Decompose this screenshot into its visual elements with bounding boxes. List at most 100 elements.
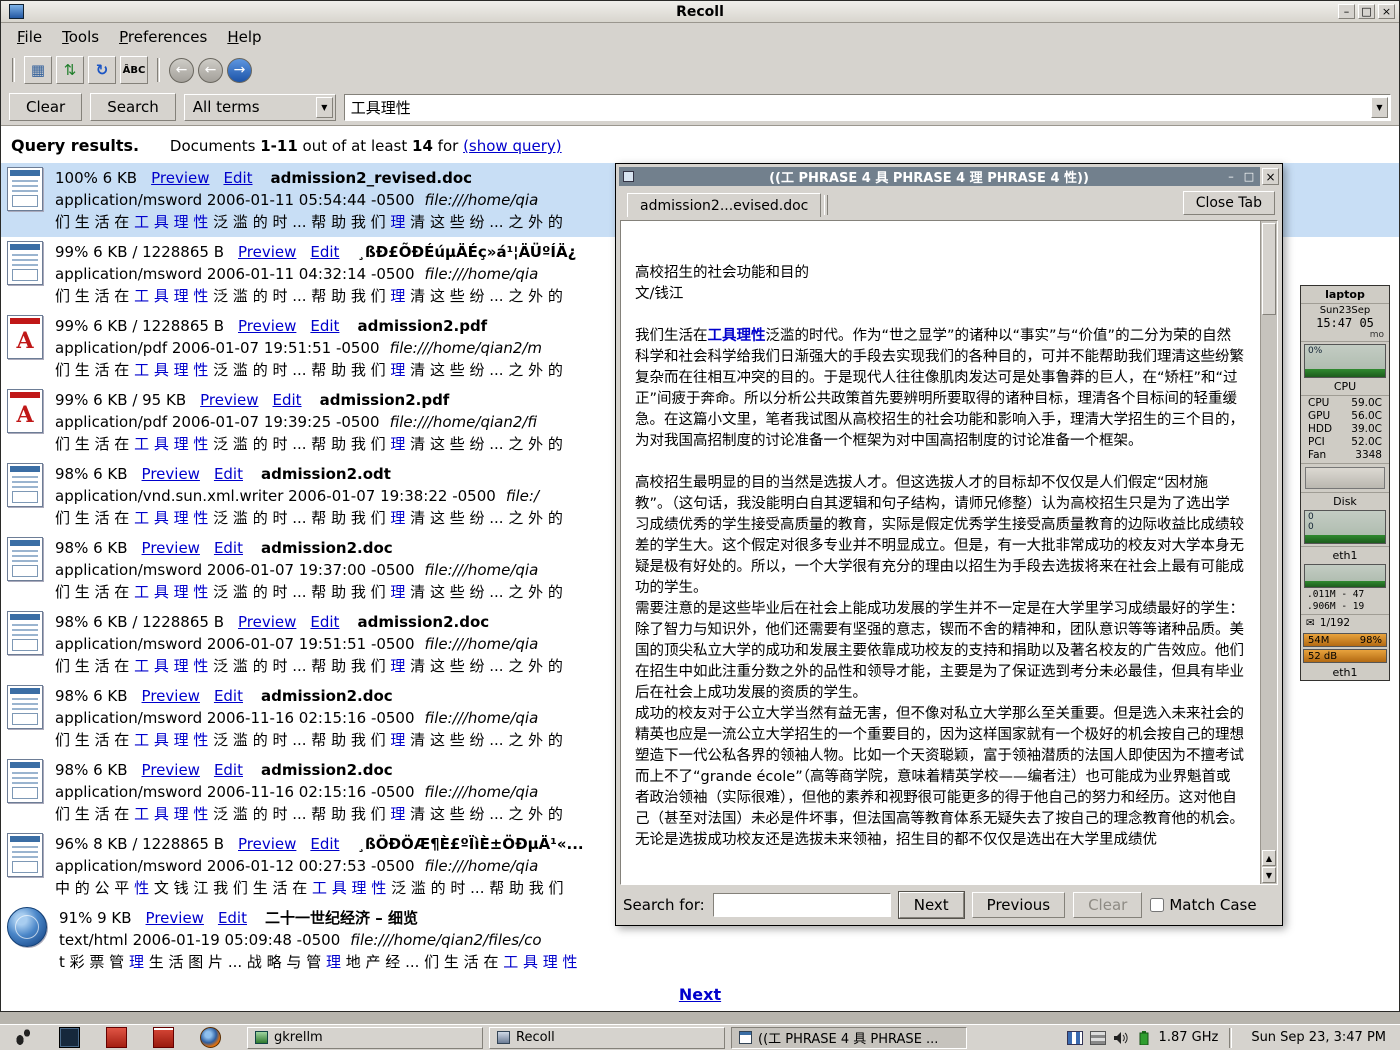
swap-meter[interactable]: 52 dB bbox=[1303, 649, 1387, 663]
find-previous-button[interactable]: Previous bbox=[972, 892, 1065, 918]
clear-button[interactable]: Clear bbox=[9, 93, 82, 121]
taskbar-clock[interactable]: Sun Sep 23, 3:47 PM bbox=[1243, 1030, 1394, 1045]
preview-maximize-icon[interactable]: □ bbox=[1242, 170, 1256, 183]
desktop: { "icons": { "minimize": "–", "maximize"… bbox=[0, 0, 1400, 1050]
scrollbar-thumb[interactable] bbox=[1262, 223, 1276, 315]
keyboard-layout-icon[interactable] bbox=[1067, 1031, 1083, 1045]
preview-tab[interactable]: admission2...evised.doc bbox=[627, 193, 821, 217]
result-url: file:/ bbox=[506, 487, 539, 505]
preview-link[interactable]: Preview bbox=[238, 835, 296, 853]
menu-file[interactable]: File bbox=[7, 25, 52, 49]
spell-button[interactable]: ÂBC bbox=[120, 56, 148, 84]
task-button[interactable]: gkrellm bbox=[247, 1027, 483, 1049]
doc-file-icon[interactable] bbox=[7, 611, 43, 655]
sensor-row: GPU56.0C bbox=[1303, 410, 1387, 423]
maximize-icon[interactable]: □ bbox=[1358, 4, 1375, 19]
paragraph-text: 高校招生最明显的目的当然是选拔人才。但这选拔人才的目标却不仅仅是人们假定“因材施… bbox=[635, 475, 1244, 596]
next-page-link[interactable]: Next bbox=[670, 985, 730, 1004]
nav-back-button[interactable]: ← bbox=[198, 58, 223, 83]
preview-minimize-icon[interactable]: – bbox=[1224, 170, 1238, 183]
volume-icon[interactable] bbox=[1113, 1031, 1129, 1045]
edit-link[interactable]: Edit bbox=[310, 317, 339, 335]
edit-link[interactable]: Edit bbox=[214, 687, 243, 705]
doc-file-icon[interactable] bbox=[7, 833, 43, 877]
preview-title-bar[interactable]: ((工 PHRASE 4 具 PHRASE 4 理 PHRASE 4 性)) –… bbox=[619, 167, 1260, 186]
results-header: Query results. Documents 1-11 out of at … bbox=[1, 126, 1399, 163]
firefox-launcher[interactable] bbox=[200, 1027, 221, 1048]
edit-link[interactable]: Edit bbox=[310, 613, 339, 631]
doc-file-icon[interactable] bbox=[7, 537, 43, 581]
close-tab-button[interactable]: Close Tab bbox=[1183, 191, 1275, 215]
sensor-label: HDD bbox=[1308, 423, 1332, 436]
preview-link[interactable]: Preview bbox=[142, 465, 200, 483]
find-next-button[interactable]: Next bbox=[899, 892, 964, 918]
results-table-button[interactable]: ▦ bbox=[24, 56, 52, 84]
doc-file-icon[interactable] bbox=[7, 685, 43, 729]
nav-first-button[interactable]: ← bbox=[169, 58, 194, 83]
preview-text[interactable]: 高校招生的社会功能和目的文/钱江我们生活在工具理性泛滥的时代。作为“世之显学”的… bbox=[621, 221, 1260, 884]
task-button[interactable]: Recoll bbox=[489, 1027, 725, 1049]
find-clear-button[interactable]: Clear bbox=[1073, 892, 1142, 918]
preview-link[interactable]: Preview bbox=[142, 539, 200, 557]
menu-tools[interactable]: Tools bbox=[52, 25, 109, 49]
edit-link[interactable]: Edit bbox=[273, 391, 302, 409]
term-explorer-button[interactable]: ↻ bbox=[88, 56, 116, 84]
search-button[interactable]: Search bbox=[90, 93, 176, 121]
preview-link[interactable]: Preview bbox=[142, 687, 200, 705]
edit-link[interactable]: Edit bbox=[214, 465, 243, 483]
task-button[interactable]: ((工 PHRASE 4 具 PHRASE ... bbox=[731, 1027, 967, 1049]
edit-link[interactable]: Edit bbox=[223, 169, 252, 187]
html-file-icon[interactable] bbox=[7, 907, 47, 947]
footprint-launcher[interactable] bbox=[12, 1027, 33, 1048]
nav-forward-button[interactable]: → bbox=[227, 58, 252, 83]
pdf-file-icon[interactable] bbox=[7, 315, 43, 359]
snippet-text: 清 这 些 纷 ... 之 外 的 bbox=[405, 287, 562, 305]
battery-icon[interactable] bbox=[1136, 1031, 1152, 1045]
scroll-down-icon[interactable]: ▼ bbox=[1262, 867, 1276, 883]
matched-term: 工 具 理 性 bbox=[134, 213, 208, 231]
memory-meter[interactable]: 54M 98% bbox=[1303, 633, 1387, 647]
edit-link[interactable]: Edit bbox=[214, 539, 243, 557]
pdf-file-icon[interactable] bbox=[7, 389, 43, 433]
doc-file-icon[interactable] bbox=[7, 241, 43, 285]
sensor-label: CPU bbox=[1308, 397, 1329, 410]
input-switcher-icon[interactable] bbox=[1090, 1031, 1106, 1045]
preview-link[interactable]: Preview bbox=[238, 243, 296, 261]
snippet-text: 清 这 些 纷 ... 之 外 的 bbox=[405, 509, 562, 527]
edit-link[interactable]: Edit bbox=[218, 909, 247, 927]
preview-link[interactable]: Preview bbox=[142, 761, 200, 779]
title-bar[interactable]: Recoll – □ × bbox=[1, 1, 1399, 23]
doc-file-icon[interactable] bbox=[7, 463, 43, 507]
search-input[interactable] bbox=[345, 96, 1371, 118]
edit-link[interactable]: Edit bbox=[310, 243, 339, 261]
edit-link[interactable]: Edit bbox=[214, 761, 243, 779]
query-history-icon[interactable]: ▼ bbox=[1371, 97, 1388, 118]
tray-separator bbox=[1229, 1028, 1232, 1048]
preview-link[interactable]: Preview bbox=[151, 169, 209, 187]
match-case-checkbox[interactable]: Match Case bbox=[1150, 896, 1256, 914]
find-input[interactable] bbox=[713, 893, 891, 917]
show-query-link[interactable]: (show query) bbox=[463, 137, 562, 155]
minimize-icon[interactable]: – bbox=[1338, 4, 1355, 19]
terminal-launcher[interactable] bbox=[59, 1027, 80, 1048]
fan-value: 3348 bbox=[1355, 449, 1382, 462]
matched-term: 理 bbox=[390, 213, 405, 231]
close-icon[interactable]: × bbox=[1378, 4, 1395, 19]
scroll-up-icon[interactable]: ▲ bbox=[1262, 850, 1276, 866]
preview-link[interactable]: Preview bbox=[200, 391, 258, 409]
search-mode-select[interactable]: All terms ▼ bbox=[184, 94, 336, 121]
package-launcher[interactable] bbox=[106, 1027, 127, 1048]
preview-scrollbar[interactable]: ▲ ▼ bbox=[1260, 221, 1277, 884]
sort-parameters-button[interactable]: ⇅ bbox=[56, 56, 84, 84]
preview-close-icon[interactable]: × bbox=[1262, 168, 1279, 185]
preview-link[interactable]: Preview bbox=[146, 909, 204, 927]
edit-link[interactable]: Edit bbox=[310, 835, 339, 853]
preview-link[interactable]: Preview bbox=[238, 317, 296, 335]
menu-preferences[interactable]: Preferences bbox=[109, 25, 217, 49]
mailer-launcher[interactable] bbox=[153, 1027, 174, 1048]
doc-file-icon[interactable] bbox=[7, 167, 43, 211]
preview-link[interactable]: Preview bbox=[238, 613, 296, 631]
doc-file-icon[interactable] bbox=[7, 759, 43, 803]
match-case-input[interactable] bbox=[1150, 898, 1164, 912]
menu-help[interactable]: Help bbox=[217, 25, 271, 49]
